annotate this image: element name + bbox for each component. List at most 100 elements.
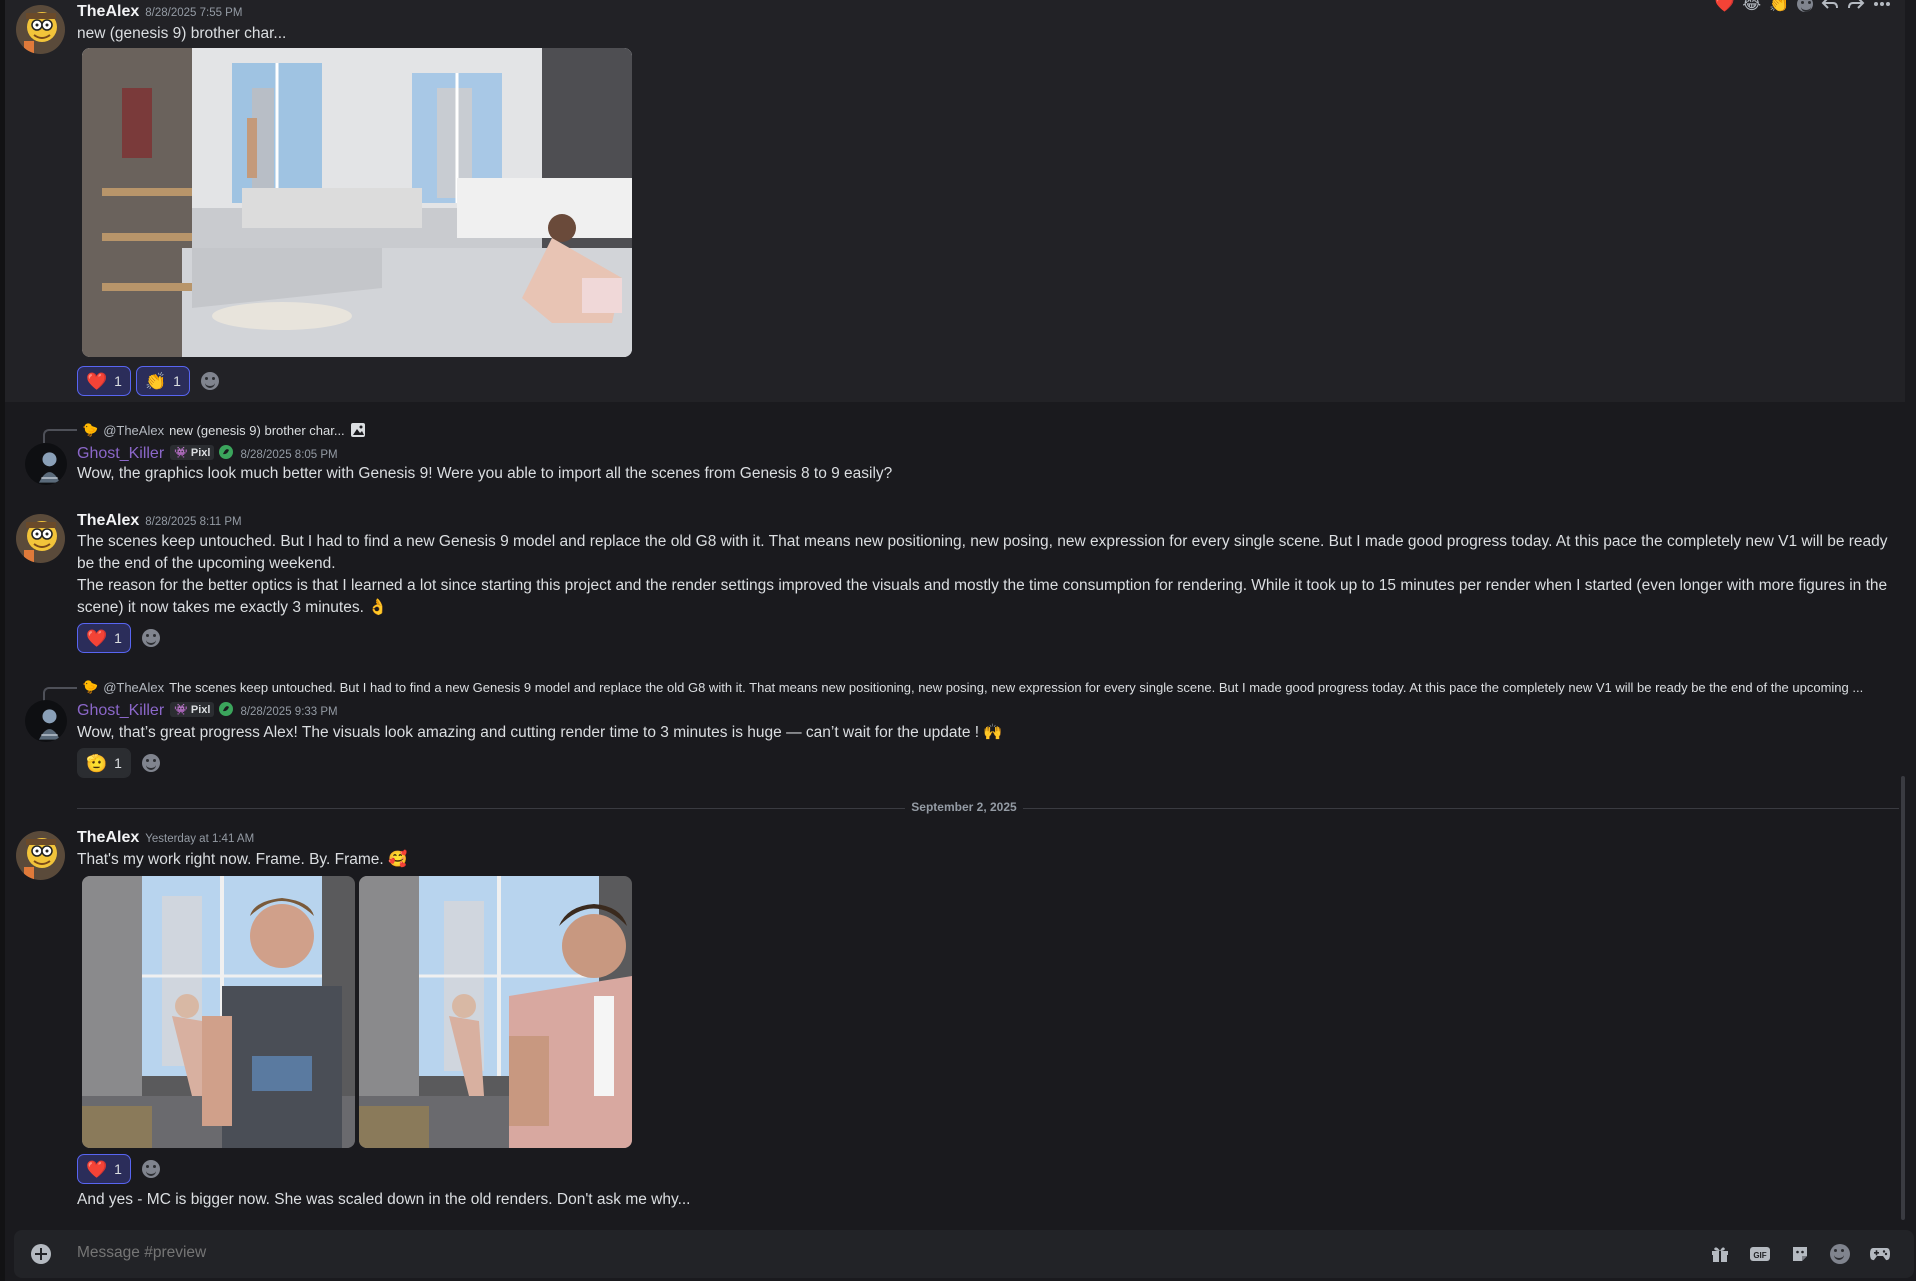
add-reaction-icon	[141, 754, 160, 772]
add-reaction-button[interactable]	[195, 366, 225, 396]
date-divider-label: September 2, 2025	[905, 800, 1023, 814]
image-attachment[interactable]	[359, 876, 632, 1148]
timestamp: 8/28/2025 9:33 PM	[240, 706, 338, 718]
avatar[interactable]	[16, 831, 65, 880]
message-text: new (genesis 9) brother char...	[77, 25, 287, 42]
image-attachment[interactable]	[82, 876, 355, 1148]
author-name[interactable]: TheAlex 8/28/2025 8:11 PM	[77, 512, 242, 530]
message-text: Wow, the graphics look much better with …	[77, 465, 893, 482]
heart-emoji: ❤️	[86, 628, 108, 648]
avatar[interactable]	[16, 5, 65, 54]
svg-text:GIF: GIF	[1753, 1251, 1766, 1260]
reaction-bar: ❤️ 1	[77, 1154, 166, 1184]
reply-preview: The scenes keep untouched. But I had to …	[169, 679, 1864, 695]
reaction-count: 1	[114, 755, 122, 771]
message[interactable]: TheAlex Yesterday at 1:41 AM That's my wo…	[5, 826, 1905, 1221]
reaction-count: 1	[114, 630, 122, 646]
gif-button[interactable]: GIF	[1748, 1243, 1772, 1265]
more-icon[interactable]	[1873, 0, 1891, 12]
message-composer: GIF	[14, 1230, 1914, 1278]
reply-avatar-icon: 🐤	[82, 679, 99, 694]
sticker-icon	[1793, 1247, 1807, 1261]
heart-emoji: ❤️	[86, 1159, 108, 1179]
server-tag-badge[interactable]: 👾 Pixl	[170, 702, 215, 717]
add-reaction-button[interactable]	[136, 623, 166, 653]
timestamp: 8/28/2025 8:11 PM	[145, 516, 242, 528]
clap-emoji: 👏	[144, 371, 167, 391]
message-text: The reason for the better optics is that…	[77, 577, 1888, 616]
message[interactable]: TheAlex 8/28/2025 7:55 PM new (genesis 9)…	[5, 0, 1905, 402]
add-reaction-icon	[141, 629, 160, 647]
salute-emoji: 🫡	[86, 753, 108, 773]
add-reaction-icon	[141, 1160, 160, 1178]
quick-reaction-heart[interactable]: ❤️	[1714, 0, 1734, 14]
reaction-heart[interactable]: ❤️ 1	[77, 623, 131, 653]
add-reaction-button[interactable]	[136, 748, 166, 778]
gamepad-icon	[1870, 1248, 1890, 1261]
add-reaction-icon	[200, 372, 219, 390]
avatar[interactable]	[16, 514, 65, 563]
message-text: The scenes keep untouched. But I had to …	[77, 533, 1888, 572]
reply-icon[interactable]	[1821, 0, 1839, 12]
quick-reaction-clap[interactable]: 👏	[1769, 0, 1789, 14]
sticker-button[interactable]	[1788, 1243, 1812, 1265]
leaf-badge-icon[interactable]	[218, 444, 234, 460]
avatar[interactable]	[25, 700, 67, 742]
pixl-icon: 👾	[174, 704, 188, 716]
apps-button[interactable]	[1868, 1243, 1892, 1265]
message-input[interactable]	[77, 1244, 1677, 1262]
message-toolbar: ❤️ 😂 👏	[1714, 0, 1891, 14]
upload-plus-icon[interactable]	[31, 1244, 51, 1264]
heart-emoji: ❤️	[86, 371, 108, 391]
gift-button[interactable]	[1708, 1243, 1732, 1265]
reply-reference[interactable]: 🐤 @TheAlex The scenes keep untouched. Bu…	[82, 679, 1892, 695]
timestamp: Yesterday at 1:41 AM	[145, 833, 255, 845]
reply-connector	[43, 687, 77, 701]
add-reaction-icon[interactable]	[1797, 0, 1813, 12]
reaction-bar: ❤️ 1	[77, 623, 166, 653]
reply-author: @TheAlex	[103, 422, 165, 438]
author-name[interactable]: TheAlex Yesterday at 1:41 AM	[77, 829, 254, 847]
reaction-clap[interactable]: 👏 1	[135, 366, 190, 396]
message[interactable]: 🐤 @TheAlex new (genesis 9) brother char.…	[5, 418, 1905, 488]
reaction-count: 1	[173, 373, 181, 389]
reaction-salute[interactable]: 🫡 1	[77, 748, 131, 778]
reaction-count: 1	[114, 1161, 122, 1177]
forward-icon[interactable]	[1847, 0, 1865, 12]
author-name[interactable]: TheAlex 8/28/2025 7:55 PM	[77, 3, 242, 21]
message-text: And yes - MC is bigger now. She was scal…	[77, 1191, 691, 1208]
message[interactable]: TheAlex 8/28/2025 8:11 PM The scenes keep…	[5, 510, 1905, 670]
emoji-icon	[1830, 1244, 1850, 1264]
scrollbar[interactable]	[1901, 776, 1905, 1220]
message-text: That's my work right now. Frame. By. Fra…	[77, 851, 408, 868]
reply-connector	[43, 429, 77, 443]
gift-icon	[1712, 1247, 1728, 1262]
quick-reaction-laugh[interactable]: 😂	[1742, 0, 1761, 14]
image-attachment[interactable]	[82, 48, 632, 357]
gif-icon: GIF	[1750, 1247, 1770, 1261]
reaction-heart[interactable]: ❤️ 1	[77, 1154, 131, 1184]
composer-toolbar: GIF	[1708, 1243, 1892, 1265]
author-name[interactable]: Ghost_Killer 👾 Pixl 8/28/2025 9:33 PM	[77, 701, 338, 720]
emoji-button[interactable]	[1828, 1243, 1852, 1265]
avatar[interactable]	[25, 443, 67, 485]
server-tag-badge[interactable]: 👾 Pixl	[170, 445, 215, 460]
message[interactable]: 🐤 @TheAlex The scenes keep untouched. Bu…	[5, 675, 1905, 785]
reaction-heart[interactable]: ❤️ 1	[77, 366, 131, 396]
message-list[interactable]: TheAlex 8/28/2025 7:55 PM new (genesis 9)…	[5, 0, 1905, 1225]
add-reaction-button[interactable]	[136, 1154, 166, 1184]
pixl-icon: 👾	[174, 447, 188, 459]
reaction-bar: ❤️ 1 👏 1	[77, 366, 225, 396]
timestamp: 8/28/2025 8:05 PM	[240, 449, 338, 461]
reply-preview: new (genesis 9) brother char...	[169, 422, 345, 438]
reaction-bar: 🫡 1	[77, 748, 166, 778]
timestamp: 8/28/2025 7:55 PM	[145, 7, 243, 19]
reply-author: @TheAlex	[103, 679, 165, 695]
chat-window: TheAlex 8/28/2025 7:55 PM new (genesis 9)…	[0, 0, 1916, 1281]
reply-reference[interactable]: 🐤 @TheAlex new (genesis 9) brother char.…	[82, 422, 1892, 438]
author-name[interactable]: Ghost_Killer 👾 Pixl 8/28/2025 8:05 PM	[77, 444, 338, 463]
reaction-count: 1	[114, 373, 122, 389]
message-text: Wow, that’s great progress Alex! The vis…	[77, 724, 1003, 741]
leaf-badge-icon[interactable]	[218, 701, 234, 717]
reply-avatar-icon: 🐤	[82, 422, 99, 437]
